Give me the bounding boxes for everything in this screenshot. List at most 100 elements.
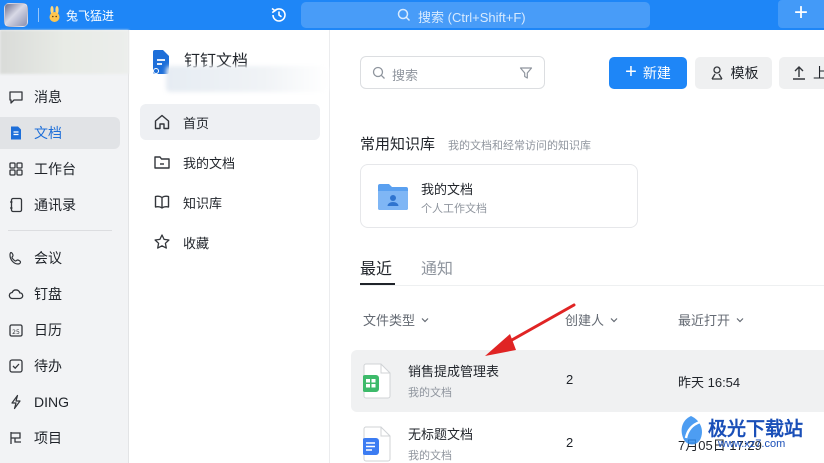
sidebar-item-favorites[interactable]: 收藏 — [140, 224, 320, 260]
nav-item-messages[interactable]: 消息 — [0, 81, 120, 113]
watermark-url: www.xz7.com — [718, 438, 786, 450]
folder-icon — [154, 156, 170, 169]
nav-item-documents[interactable]: 文档 — [0, 117, 120, 149]
watermark-text: 极光下载站 — [708, 419, 804, 440]
new-button[interactable]: + 新建 — [609, 57, 687, 89]
row-last-opened: 昨天 16:54 — [678, 375, 741, 390]
sidebar-item-home[interactable]: 首页 — [140, 104, 320, 140]
nav-item-label: 通讯录 — [34, 197, 76, 213]
filter-icon[interactable] — [519, 66, 533, 80]
nav-item-workbench[interactable]: 工作台 — [0, 153, 120, 185]
nav-item-label: 待办 — [34, 358, 62, 374]
sidebar-item-label: 首页 — [183, 115, 210, 131]
knowledge-section-subtitle: 我的文档和经常访问的知识库 — [448, 140, 591, 152]
meeting-icon — [9, 251, 22, 265]
nav-item-label: 文档 — [34, 125, 62, 141]
nav-item-ding[interactable]: DING — [0, 386, 120, 418]
row-location: 我的文档 — [408, 387, 452, 399]
nav-item-calendar[interactable]: 25 日历 — [0, 314, 120, 346]
row-creator: 2 — [566, 372, 574, 387]
knowledge-card-my-documents[interactable]: 我的文档 个人工作文档 — [360, 164, 638, 228]
divider — [38, 8, 39, 22]
nav-item-label: 工作台 — [34, 161, 76, 177]
template-button-label: 模板 — [730, 65, 759, 81]
nav-item-label: 会议 — [34, 250, 62, 266]
watermark-logo-icon — [681, 416, 702, 445]
template-icon — [710, 66, 723, 80]
docs-search-placeholder: 搜索 — [392, 68, 419, 83]
nav-item-todo[interactable]: 待办 — [0, 350, 120, 382]
column-header-file-type[interactable]: 文件类型 — [363, 310, 430, 329]
column-header-last-opened[interactable]: 最近打开 — [678, 310, 745, 329]
document-icon — [11, 126, 21, 140]
nav-item-meeting[interactable]: 会议 — [0, 242, 120, 274]
upload-button-label: 上 — [813, 65, 824, 81]
document-file-icon — [363, 426, 391, 462]
nav-item-cloud-drive[interactable]: 钉盘 — [0, 278, 120, 310]
home-icon — [154, 114, 170, 130]
column-header-creator[interactable]: 创建人 — [565, 310, 619, 329]
sidebar-item-knowledge-base[interactable]: 知识库 — [140, 184, 320, 220]
tab-recent[interactable]: 最近 — [360, 255, 392, 279]
project-icon — [10, 432, 21, 444]
row-location: 我的文档 — [408, 450, 452, 462]
upload-button[interactable]: 上 — [779, 57, 824, 89]
sidebar-item-my-documents[interactable]: 我的文档 — [140, 144, 320, 180]
message-icon — [9, 91, 23, 104]
nav-item-label: 钉盘 — [34, 286, 62, 302]
upload-icon — [793, 66, 805, 80]
search-icon — [397, 8, 411, 22]
org-banner — [0, 30, 129, 74]
tabs-divider — [360, 285, 824, 286]
nav-item-label: 消息 — [34, 89, 62, 105]
tab-notifications[interactable]: 通知 — [421, 255, 453, 279]
nav-item-label: DING — [34, 394, 69, 410]
global-search-placeholder: 搜索 (Ctrl+Shift+F) — [418, 10, 526, 25]
calendar-icon: 25 — [9, 324, 23, 337]
account-banner — [166, 66, 328, 92]
global-search-input[interactable]: 搜索 (Ctrl+Shift+F) — [301, 2, 650, 28]
history-icon[interactable] — [268, 4, 290, 26]
sidebar-item-label: 知识库 — [183, 195, 223, 211]
chevron-down-icon — [736, 317, 744, 322]
svg-text:25: 25 — [12, 329, 20, 336]
spreadsheet-file-icon — [363, 363, 391, 399]
knowledge-card-title: 我的文档 — [421, 182, 474, 197]
add-button[interactable]: + — [778, 0, 824, 28]
ding-icon — [11, 394, 21, 410]
folder-person-icon — [378, 184, 408, 210]
column-header-label: 文件类型 — [363, 313, 416, 328]
row-title: 销售提成管理表 — [408, 364, 500, 379]
todo-icon — [9, 359, 23, 373]
plus-icon: + — [625, 61, 637, 83]
docs-search-input[interactable]: 搜索 — [360, 56, 545, 89]
new-button-label: 新建 — [642, 65, 671, 81]
title-bar: 兔飞猛进 搜索 (Ctrl+Shift+F) + — [0, 0, 824, 30]
table-row[interactable]: 销售提成管理表 我的文档 2 昨天 16:54 — [351, 350, 824, 412]
main-content: 搜索 + 新建 模板 上 常用知识库 我的文档和经常访问的知识库 我的文档 个人… — [331, 30, 824, 463]
username[interactable]: 兔飞猛进 — [66, 7, 114, 24]
row-creator: 2 — [566, 435, 574, 450]
sidebar-item-label: 收藏 — [183, 235, 210, 251]
contacts-icon — [10, 197, 23, 213]
sidebar-item-label: 我的文档 — [183, 155, 236, 171]
book-icon — [154, 195, 170, 209]
nav-item-contacts[interactable]: 通讯录 — [0, 189, 120, 221]
watermark: 极光下载站 www.xz7.com — [676, 410, 822, 460]
nav-item-project[interactable]: 项目 — [0, 422, 120, 454]
row-title: 无标题文档 — [408, 427, 474, 442]
cloud-drive-icon — [8, 289, 24, 300]
search-icon — [372, 66, 385, 79]
star-icon — [154, 234, 170, 249]
app-navigation: 消息 文档 工作台 通讯录 会议 钉盘 25 日历 待办 DING 项目 — [0, 30, 129, 463]
nav-divider — [8, 230, 112, 231]
nav-item-label: 项目 — [34, 430, 62, 446]
docs-sidebar: 钉钉文档 首页 我的文档 知识库 收藏 — [130, 30, 330, 463]
nav-item-label: 日历 — [34, 322, 62, 338]
user-avatar[interactable] — [4, 3, 28, 27]
chevron-down-icon — [610, 317, 618, 322]
column-header-label: 创建人 — [565, 313, 605, 328]
workbench-icon — [9, 162, 23, 176]
template-button[interactable]: 模板 — [695, 57, 772, 89]
column-header-label: 最近打开 — [678, 313, 731, 328]
